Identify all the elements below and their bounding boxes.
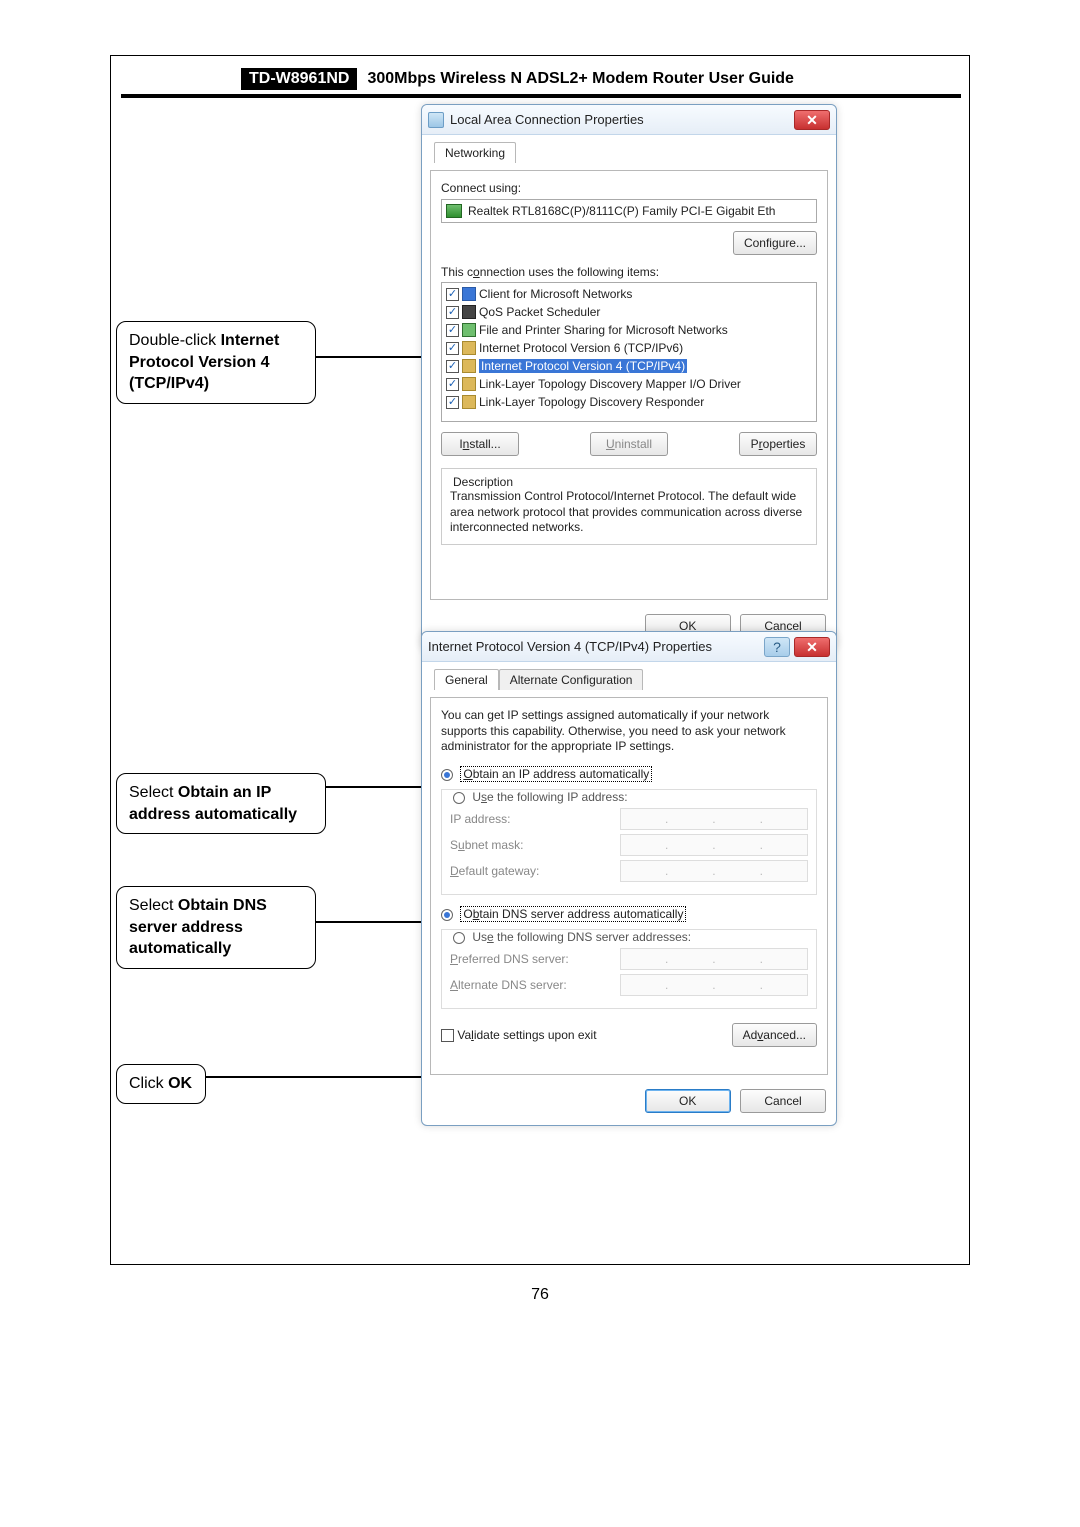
item-label: File and Printer Sharing for Microsoft N… bbox=[479, 323, 728, 337]
description-fieldset: Description Transmission Control Protoco… bbox=[441, 468, 817, 545]
checkbox-icon[interactable]: ✓ bbox=[446, 360, 459, 373]
tab-content: You can get IP settings assigned automat… bbox=[430, 697, 828, 1075]
checkbox-icon[interactable]: ✓ bbox=[446, 306, 459, 319]
properties-button[interactable]: Properties bbox=[739, 432, 817, 456]
callout-text: Select bbox=[129, 897, 178, 914]
description-legend: Description bbox=[450, 475, 516, 489]
checkbox-icon[interactable]: ✓ bbox=[446, 342, 459, 355]
model-badge: TD-W8961ND bbox=[241, 68, 357, 90]
tab-general[interactable]: General bbox=[434, 669, 499, 690]
list-item[interactable]: ✓ Internet Protocol Version 6 (TCP/IPv6) bbox=[444, 339, 814, 357]
item-label: Link-Layer Topology Discovery Responder bbox=[479, 395, 704, 409]
radio-icon bbox=[441, 769, 453, 781]
dialog-title: Internet Protocol Version 4 (TCP/IPv4) P… bbox=[428, 639, 764, 654]
callout-obtain-ip: Select Obtain an IP address automaticall… bbox=[116, 773, 326, 834]
checkbox-icon[interactable]: ✓ bbox=[446, 324, 459, 337]
advanced-button[interactable]: Advanced... bbox=[732, 1023, 817, 1047]
item-label: Internet Protocol Version 6 (TCP/IPv6) bbox=[479, 341, 683, 355]
uninstall-button[interactable]: Uninstall bbox=[590, 432, 668, 456]
gateway-field: ... bbox=[620, 860, 808, 882]
radio-icon bbox=[441, 909, 453, 921]
page-number: 76 bbox=[531, 1286, 549, 1304]
list-item[interactable]: ✓ Link-Layer Topology Discovery Mapper I/… bbox=[444, 375, 814, 393]
checkbox-icon[interactable]: ✓ bbox=[446, 396, 459, 409]
description-text: Transmission Control Protocol/Internet P… bbox=[450, 489, 808, 536]
validate-checkbox[interactable]: Validate settings upon exit bbox=[441, 1027, 597, 1042]
list-item[interactable]: ✓ Internet Protocol Version 4 (TCP/IPv4) bbox=[444, 357, 814, 375]
item-label-selected: Internet Protocol Version 4 (TCP/IPv4) bbox=[479, 359, 687, 373]
connect-using-label: Connect using: bbox=[441, 181, 817, 195]
list-item[interactable]: ✓ Link-Layer Topology Discovery Responder bbox=[444, 393, 814, 411]
close-button[interactable]: ✕ bbox=[794, 110, 830, 130]
radio-use-ip[interactable] bbox=[453, 792, 465, 804]
checkbox-icon[interactable]: ✓ bbox=[446, 378, 459, 391]
titlebar: Local Area Connection Properties ✕ bbox=[422, 105, 836, 135]
radio-obtain-dns[interactable]: Obtain DNS server address automatically bbox=[441, 907, 817, 921]
adapter-field: Realtek RTL8168C(P)/8111C(P) Family PCI-… bbox=[441, 199, 817, 223]
use-ip-fieldset: Use the following IP address: IP address… bbox=[441, 789, 817, 895]
callout-obtain-dns: Select Obtain DNS server address automat… bbox=[116, 886, 316, 969]
callout-bold: OK bbox=[168, 1075, 192, 1092]
ok-button[interactable]: OK bbox=[645, 1089, 731, 1113]
subnet-label: Subnet mask: bbox=[450, 838, 620, 852]
pref-dns-field: ... bbox=[620, 948, 808, 970]
protocol-icon bbox=[462, 377, 476, 391]
gateway-label: Default gateway: bbox=[450, 864, 620, 878]
adapter-icon bbox=[446, 204, 462, 218]
connection-items-list[interactable]: ✓ Client for Microsoft Networks ✓ QoS Pack… bbox=[441, 282, 817, 422]
doc-title: 300Mbps Wireless N ADSL2+ Modem Router U… bbox=[367, 70, 793, 88]
subnet-field: ... bbox=[620, 834, 808, 856]
header-underline bbox=[121, 94, 961, 98]
alt-dns-field: ... bbox=[620, 974, 808, 996]
page-frame: TD-W8961ND 300Mbps Wireless N ADSL2+ Mod… bbox=[110, 55, 970, 1265]
checkbox-icon[interactable]: ✓ bbox=[446, 288, 459, 301]
radio-use-dns[interactable] bbox=[453, 932, 465, 944]
doc-header: TD-W8961ND 300Mbps Wireless N ADSL2+ Mod… bbox=[241, 68, 841, 90]
titlebar: Internet Protocol Version 4 (TCP/IPv4) P… bbox=[422, 632, 836, 662]
checkbox-icon bbox=[441, 1029, 454, 1042]
ip-address-label: IP address: bbox=[450, 812, 620, 826]
protocol-icon bbox=[462, 359, 476, 373]
list-item[interactable]: ✓ Client for Microsoft Networks bbox=[444, 285, 814, 303]
tab-networking[interactable]: Networking bbox=[434, 142, 516, 163]
client-icon bbox=[462, 287, 476, 301]
protocol-icon bbox=[462, 341, 476, 355]
tab-content: Connect using: Realtek RTL8168C(P)/8111C… bbox=[430, 170, 828, 600]
radio-obtain-ip[interactable]: Obtain an IP address automatically bbox=[441, 767, 817, 781]
local-area-connection-dialog: Local Area Connection Properties ✕ Netwo… bbox=[421, 104, 837, 651]
callout-text: Click bbox=[129, 1075, 168, 1092]
item-label: Link-Layer Topology Discovery Mapper I/O… bbox=[479, 377, 741, 391]
file-share-icon bbox=[462, 323, 476, 337]
use-dns-fieldset: Use the following DNS server addresses: … bbox=[441, 929, 817, 1009]
qos-icon bbox=[462, 305, 476, 319]
item-label: Client for Microsoft Networks bbox=[479, 287, 632, 301]
list-item[interactable]: ✓ File and Printer Sharing for Microsoft … bbox=[444, 321, 814, 339]
cancel-button[interactable]: Cancel bbox=[740, 1089, 826, 1113]
list-item[interactable]: ✓ QoS Packet Scheduler bbox=[444, 303, 814, 321]
help-button[interactable]: ? bbox=[764, 637, 790, 657]
callout-text: Select bbox=[129, 784, 178, 801]
ip-address-field: ... bbox=[620, 808, 808, 830]
alt-dns-label: Alternate DNS server: bbox=[450, 978, 620, 992]
dialog-title: Local Area Connection Properties bbox=[450, 112, 794, 127]
close-button[interactable]: ✕ bbox=[794, 637, 830, 657]
item-label: QoS Packet Scheduler bbox=[479, 305, 600, 319]
callout-tcpip: Double-click Internet Protocol Version 4… bbox=[116, 321, 316, 404]
window-icon bbox=[428, 112, 444, 128]
tab-alternate-config[interactable]: Alternate Configuration bbox=[499, 669, 644, 690]
configure-button[interactable]: Configure... bbox=[733, 231, 817, 255]
callout-text: Double-click bbox=[129, 332, 221, 349]
install-button[interactable]: Install... bbox=[441, 432, 519, 456]
adapter-name: Realtek RTL8168C(P)/8111C(P) Family PCI-… bbox=[468, 204, 775, 218]
protocol-icon bbox=[462, 395, 476, 409]
ipv4-properties-dialog: Internet Protocol Version 4 (TCP/IPv4) P… bbox=[421, 631, 837, 1126]
pref-dns-label: Preferred DNS server: bbox=[450, 952, 620, 966]
intro-text: You can get IP settings assigned automat… bbox=[441, 708, 817, 755]
items-label: This connection uses the following items… bbox=[441, 265, 817, 279]
callout-click-ok: Click OK bbox=[116, 1064, 206, 1104]
